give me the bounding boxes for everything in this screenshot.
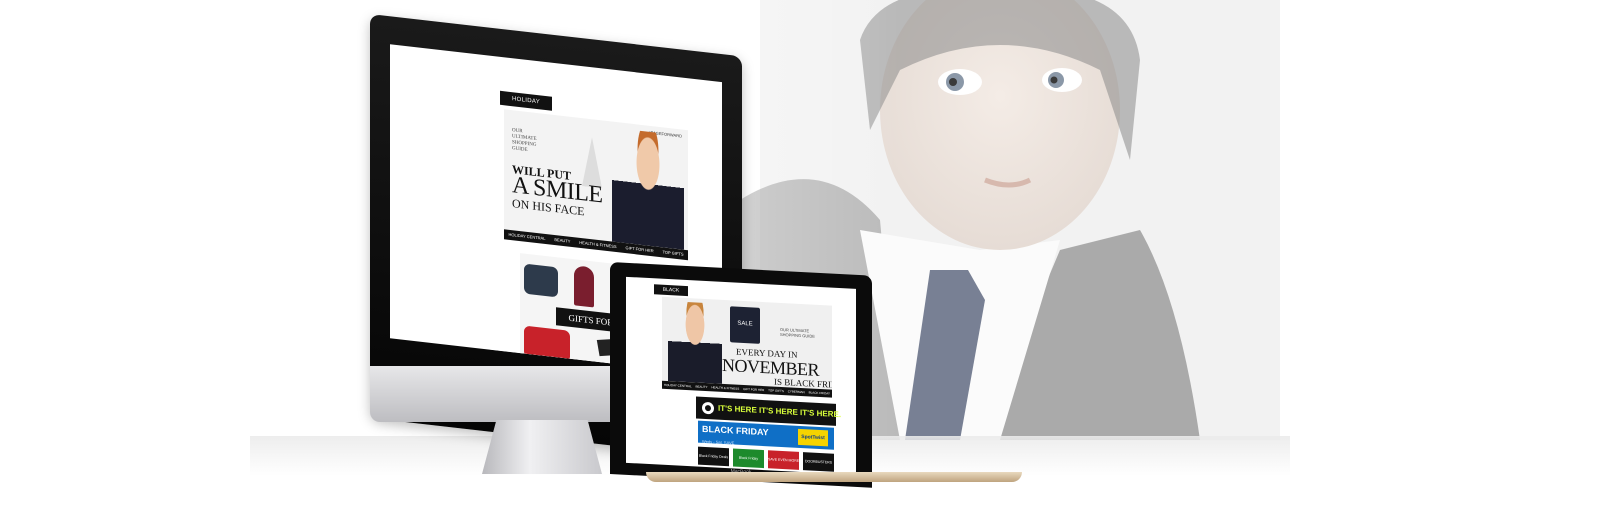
hero-boy-image [668, 301, 722, 384]
ad-tile[interactable]: Black Friday Deals [698, 446, 729, 467]
hero-kicker: OUR ULTIMATE SHOPPING GUIDE [780, 326, 815, 339]
sale-bag-icon: SALE [730, 306, 760, 344]
nav-item[interactable]: TOP GIFTS [768, 386, 784, 395]
nav-item[interactable]: BLACK FRIDAY [809, 388, 830, 397]
red-handbag-product[interactable] [524, 325, 570, 361]
ad-text: IT'S HERE IT'S HERE IT'S HERE. [718, 403, 842, 420]
site-tab-black-friday[interactable]: BLACK FRIDAY [654, 284, 688, 304]
nav-item[interactable]: GIFT FOR HER [625, 243, 653, 256]
macbook-base [646, 472, 1022, 482]
hero-headline-2: NOVEMBER [722, 354, 820, 380]
nav-item[interactable]: GIFT FOR HER [743, 385, 764, 394]
nav-item[interactable]: HOLIDAY CENTRAL [664, 381, 692, 390]
sale-bag-label: SALE [737, 320, 753, 328]
nav-item[interactable]: BEAUTY [554, 235, 570, 247]
ad-tile[interactable]: DOORBUSTERS [803, 452, 834, 472]
nav-item[interactable]: TOP GIFTS [663, 247, 684, 259]
hero-boy-image [612, 127, 684, 250]
macbook-device: BLACK FRIDAY SALE OUR ULTIMATE SHOPPING … [610, 262, 1022, 488]
black-friday-hero[interactable]: SALE OUR ULTIMATE SHOPPING GUIDE EVERY D… [662, 296, 832, 390]
nav-item[interactable]: BEAUTY [696, 382, 708, 391]
black-friday-ad-banner[interactable]: BLACK FRIDAY Weds - Sat. SAVE SpotTwist [698, 420, 834, 450]
hero-banner[interactable]: #PAGEFORWARD OUR ULTIMATE SHOPPING GUIDE… [504, 109, 688, 251]
target-logo-icon [702, 401, 714, 415]
site-tab-holiday-central[interactable]: HOLIDAY CENTRAL [500, 90, 552, 119]
fitbit-product[interactable] [524, 263, 558, 298]
macbook-screen: BLACK FRIDAY SALE OUR ULTIMATE SHOPPING … [626, 276, 856, 475]
ad-tile[interactable]: SAVE EVEN MORE [768, 450, 799, 470]
model-product[interactable] [574, 265, 594, 308]
ad-tile[interactable]: Black Friday [733, 448, 764, 469]
macbook-lid: BLACK FRIDAY SALE OUR ULTIMATE SHOPPING … [610, 262, 872, 488]
nav-item[interactable]: HEALTH & FITNESS [711, 383, 739, 392]
hero-kicker: OUR ULTIMATE SHOPPING GUIDE [512, 128, 537, 153]
nav-item[interactable]: CYBERMAN [788, 387, 805, 396]
ad-badge: SpotTwist [798, 428, 828, 447]
imac-stand [482, 420, 602, 474]
